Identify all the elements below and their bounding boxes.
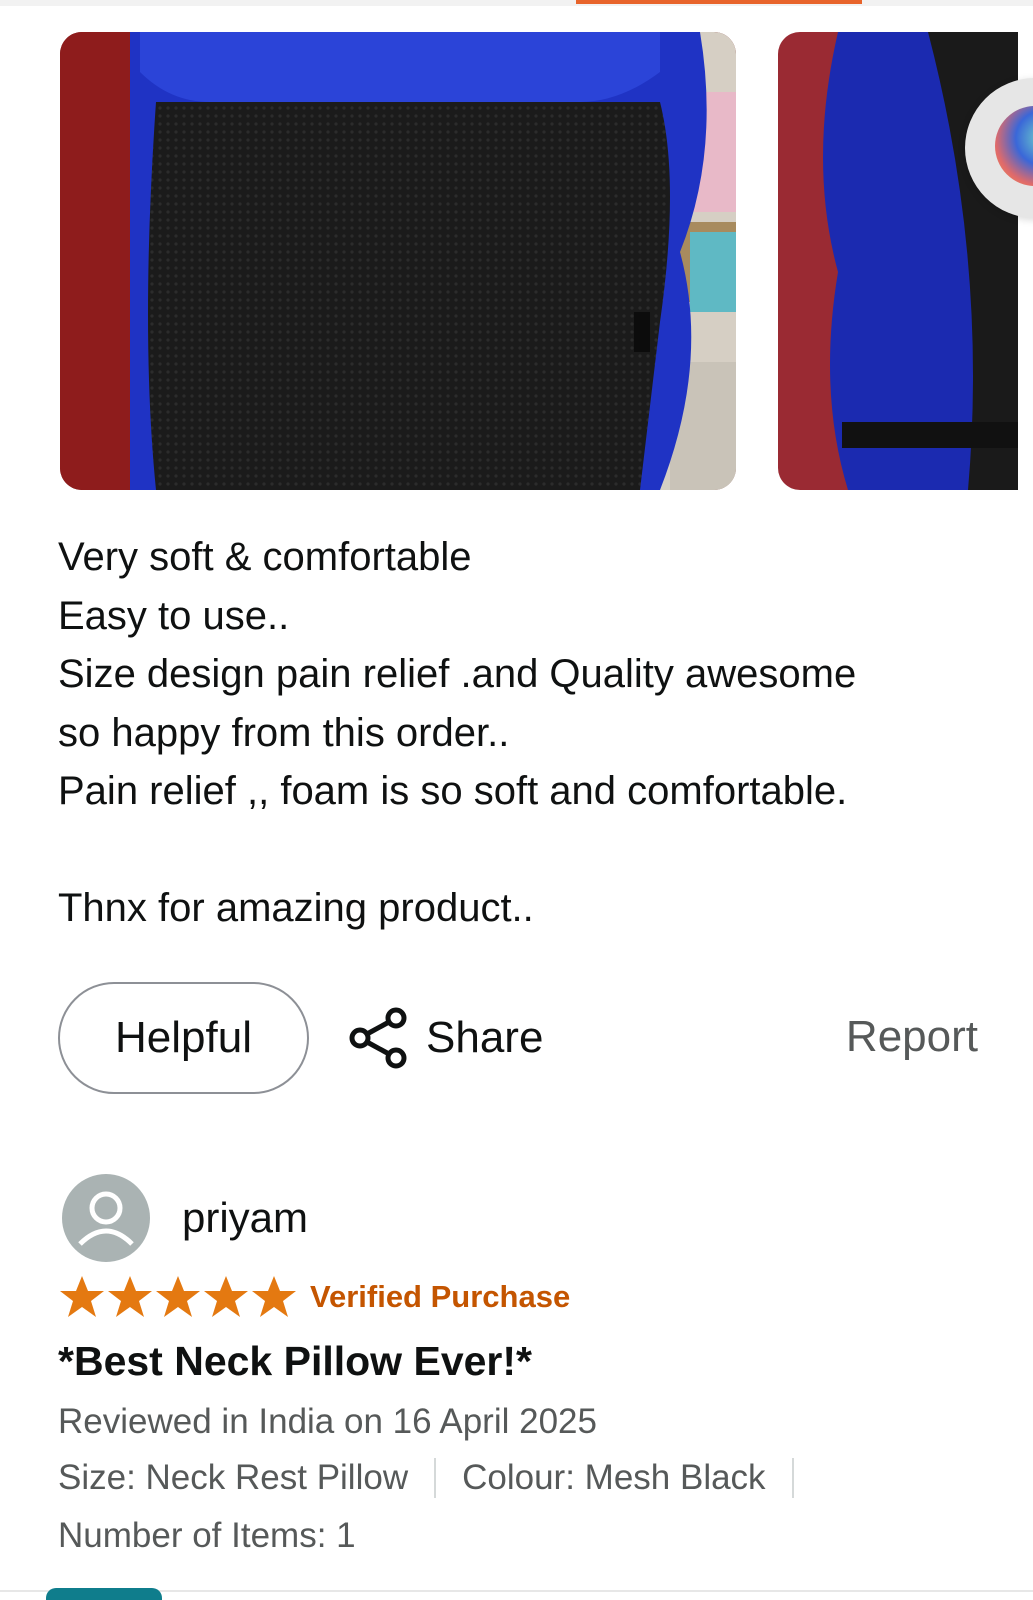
variant-size: Size: Neck Rest Pillow <box>58 1458 409 1497</box>
divider <box>791 1458 794 1498</box>
review-photo-1[interactable] <box>60 32 736 490</box>
review-actions: Helpful Share Report <box>58 982 978 1094</box>
divider <box>434 1458 437 1498</box>
review-line: Very soft & comfortable <box>58 535 472 579</box>
top-tab-indicator-bar <box>0 0 1033 6</box>
variant-info: Size: Neck Rest Pillow Colour: Mesh Blac… <box>58 1458 820 1498</box>
star-icon <box>204 1276 248 1317</box>
reviewer-name: priyam <box>182 1194 309 1241</box>
report-link[interactable]: Report <box>846 1012 978 1062</box>
variant-items: Number of Items: 1 <box>58 1516 356 1555</box>
review-line: Thnx for amazing product.. <box>58 886 534 930</box>
verified-purchase-badge: Verified Purchase <box>310 1279 571 1314</box>
share-icon <box>349 1007 407 1069</box>
review-title: *Best Neck Pillow Ever!* <box>58 1338 532 1384</box>
review-date: Reviewed in India on 16 April 2025 <box>58 1402 597 1441</box>
rating-row: Verified Purchase <box>58 1274 570 1320</box>
helpful-button[interactable]: Helpful <box>58 982 309 1094</box>
reviewer-profile[interactable]: priyam <box>62 1174 308 1262</box>
star-icon <box>156 1276 200 1317</box>
star-rating <box>58 1274 298 1320</box>
assistant-icon <box>995 106 1033 186</box>
share-label: Share <box>426 1013 544 1062</box>
variant-colour: Colour: Mesh Black <box>462 1458 766 1497</box>
review-line: Easy to use.. <box>58 593 290 638</box>
avatar-user-icon <box>78 1191 134 1246</box>
star-icon <box>252 1276 296 1317</box>
active-tab-indicator <box>576 0 862 4</box>
share-button[interactable]: Share <box>348 1006 543 1070</box>
review-image-gallery[interactable] <box>0 32 1033 492</box>
star-icon <box>108 1276 152 1317</box>
review-body-text: Very soft & comfortable Easy to use.. Si… <box>58 528 998 938</box>
review-line: Size design pain relief .and Quality awe… <box>58 652 857 696</box>
bottom-nav-indicator <box>46 1588 162 1600</box>
review-line: Pain relief ,, foam is so soft and comfo… <box>58 769 848 813</box>
star-icon <box>60 1276 104 1317</box>
review-line: so happy from this order.. <box>58 710 510 755</box>
avatar <box>62 1174 150 1262</box>
